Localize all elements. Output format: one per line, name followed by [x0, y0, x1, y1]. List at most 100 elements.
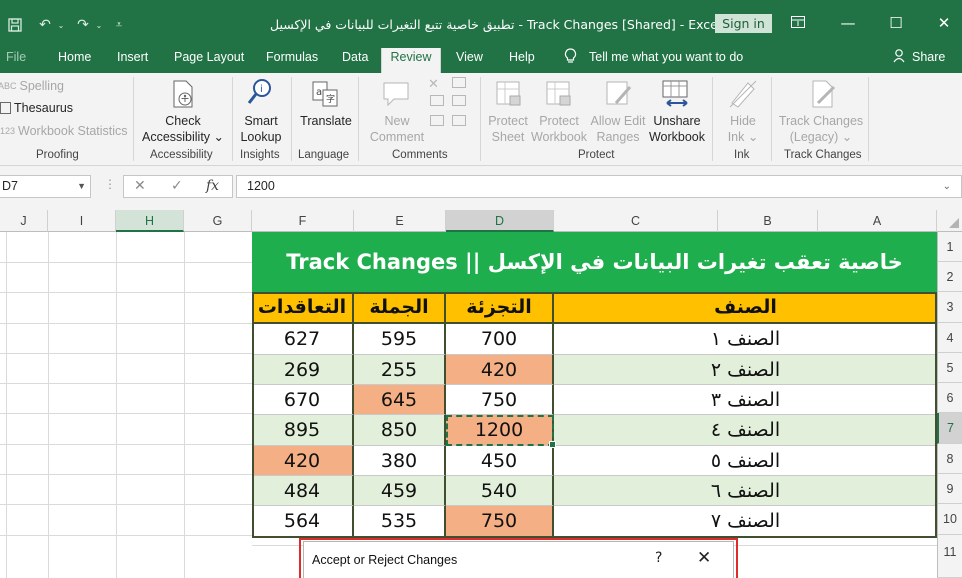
tab-file[interactable]: File — [6, 48, 26, 73]
cell-retail-5[interactable]: 450 — [446, 446, 554, 476]
cell-wholesale-4[interactable]: 850 — [354, 415, 446, 446]
cell-category-6[interactable]: الصنف ٦ — [554, 476, 937, 506]
share-icon[interactable] — [893, 48, 907, 73]
previous-comment-icon[interactable] — [430, 95, 444, 106]
tab-home[interactable]: Home — [58, 48, 91, 73]
cell-wholesale-3[interactable]: 645 — [354, 385, 446, 415]
workbook-statistics-button[interactable]: 123 Workbook Statistics — [0, 124, 128, 138]
next-comment-icon[interactable] — [430, 115, 444, 126]
tab-help[interactable]: Help — [509, 48, 535, 73]
insert-function-icon[interactable]: fx — [206, 178, 219, 194]
more-options-icon[interactable]: ⋮ — [104, 177, 116, 191]
cell-retail-7[interactable]: 750 — [446, 506, 554, 538]
tab-data[interactable]: Data — [342, 48, 368, 73]
cell-category-5[interactable]: الصنف ٥ — [554, 446, 937, 476]
cell-wholesale-1[interactable]: 595 — [354, 324, 446, 355]
undo-dropdown-icon[interactable]: ⌄ — [56, 16, 66, 34]
column-header-e[interactable]: E — [354, 210, 446, 232]
cell-category-4[interactable]: الصنف ٤ — [554, 415, 937, 446]
check-accessibility-button[interactable]: Check Accessibility ⌄ — [140, 113, 226, 145]
row-header-7[interactable]: 7 — [937, 413, 962, 444]
thesaurus-button[interactable]: Thesaurus — [0, 101, 73, 115]
protect-sheet-button[interactable]: Protect Sheet — [484, 113, 532, 145]
cell-retail-4[interactable]: 1200 — [446, 415, 554, 446]
new-comment-button[interactable]: New Comment — [366, 113, 428, 145]
customize-qat-icon[interactable]: ⩡ — [112, 16, 126, 34]
row-header-6[interactable]: 6 — [937, 383, 962, 413]
column-header-i[interactable]: I — [48, 210, 116, 232]
cell-category-1[interactable]: الصنف ١ — [554, 324, 937, 355]
cell-contracts-1[interactable]: 627 — [252, 324, 354, 355]
row-header-1[interactable]: 1 — [937, 232, 962, 262]
unshare-workbook-button[interactable]: Unshare Workbook — [648, 113, 706, 145]
tab-review[interactable]: Review — [381, 48, 441, 73]
header-retail[interactable]: التجزئة — [446, 292, 554, 324]
column-header-h[interactable]: H — [116, 210, 184, 232]
row-header-5[interactable]: 5 — [937, 353, 962, 383]
column-header-j[interactable]: J — [0, 210, 48, 232]
tab-view[interactable]: View — [456, 48, 483, 73]
tab-page-layout[interactable]: Page Layout — [174, 48, 244, 73]
cell-retail-3[interactable]: 750 — [446, 385, 554, 415]
help-button[interactable]: ? — [655, 550, 662, 566]
cell-wholesale-5[interactable]: 380 — [354, 446, 446, 476]
table-title-banner[interactable]: خاصية تعقب تغيرات البيانات في الإكسل || … — [252, 232, 937, 292]
cell-contracts-5[interactable]: 420 — [252, 446, 354, 476]
formula-input[interactable]: 1200 ⌄ — [236, 175, 962, 198]
row-header-11[interactable]: 11 — [937, 535, 962, 578]
name-box[interactable]: D7 ▼ — [0, 175, 91, 198]
column-header-g[interactable]: G — [184, 210, 252, 232]
close-window-button[interactable]: ✕ — [934, 12, 954, 34]
sign-in-button[interactable]: Sign in — [715, 14, 772, 33]
cancel-icon[interactable]: ✕ — [134, 178, 146, 194]
hide-ink-button[interactable]: Hide Ink ⌄ — [722, 113, 764, 145]
tab-insert[interactable]: Insert — [117, 48, 148, 73]
select-all-corner[interactable] — [937, 210, 962, 232]
row-header-4[interactable]: 4 — [937, 323, 962, 353]
redo-icon[interactable]: ↷ — [74, 16, 92, 34]
spelling-button[interactable]: ABC Spelling — [0, 79, 64, 93]
column-header-a[interactable]: A — [818, 210, 937, 232]
cell-category-2[interactable]: الصنف ٢ — [554, 355, 937, 385]
row-header-8[interactable]: 8 — [937, 444, 962, 474]
enter-icon[interactable]: ✓ — [171, 178, 183, 194]
protect-workbook-button[interactable]: Protect Workbook — [530, 113, 588, 145]
row-header-10[interactable]: 10 — [937, 504, 962, 535]
track-changes-button[interactable]: Track Changes (Legacy) ⌄ — [778, 113, 864, 145]
accept-reject-changes-dialog[interactable]: Accept or Reject Changes ? ✕ — [303, 541, 734, 578]
share-button[interactable]: Share — [912, 48, 945, 73]
expand-formula-icon[interactable]: ⌄ — [943, 176, 951, 197]
cell-wholesale-6[interactable]: 459 — [354, 476, 446, 506]
allow-edit-ranges-button[interactable]: Allow Edit Ranges — [588, 113, 648, 145]
save-icon[interactable] — [6, 16, 24, 34]
undo-icon[interactable]: ↶ — [36, 16, 54, 34]
restore-button[interactable]: ☐ — [886, 12, 906, 34]
show-ink-icon[interactable] — [452, 115, 466, 126]
column-header-b[interactable]: B — [718, 210, 818, 232]
cell-wholesale-7[interactable]: 535 — [354, 506, 446, 538]
header-category[interactable]: الصنف — [554, 292, 937, 324]
chevron-down-icon[interactable]: ▼ — [77, 176, 86, 197]
show-all-comments-icon[interactable] — [452, 95, 466, 106]
translate-button[interactable]: Translate — [298, 113, 354, 129]
row-header-2[interactable]: 2 — [937, 262, 962, 292]
cell-wholesale-2[interactable]: 255 — [354, 355, 446, 385]
column-header-d[interactable]: D — [446, 210, 554, 232]
cell-contracts-3[interactable]: 670 — [252, 385, 354, 415]
cell-contracts-4[interactable]: 895 — [252, 415, 354, 446]
cell-category-7[interactable]: الصنف ٧ — [554, 506, 937, 538]
column-header-f[interactable]: F — [252, 210, 354, 232]
column-header-c[interactable]: C — [554, 210, 718, 232]
cell-category-3[interactable]: الصنف ٣ — [554, 385, 937, 415]
header-contracts[interactable]: التعاقدات — [252, 292, 354, 324]
cell-retail-1[interactable]: 700 — [446, 324, 554, 355]
tell-me-search[interactable]: Tell me what you want to do — [589, 48, 743, 73]
cell-retail-6[interactable]: 540 — [446, 476, 554, 506]
tab-formulas[interactable]: Formulas — [266, 48, 318, 73]
dialog-close-button[interactable]: ✕ — [697, 548, 711, 568]
minimize-button[interactable]: — — [838, 12, 858, 34]
row-header-9[interactable]: 9 — [937, 474, 962, 504]
ribbon-display-icon[interactable] — [788, 12, 808, 34]
cell-contracts-2[interactable]: 269 — [252, 355, 354, 385]
row-header-3[interactable]: 3 — [937, 292, 962, 323]
